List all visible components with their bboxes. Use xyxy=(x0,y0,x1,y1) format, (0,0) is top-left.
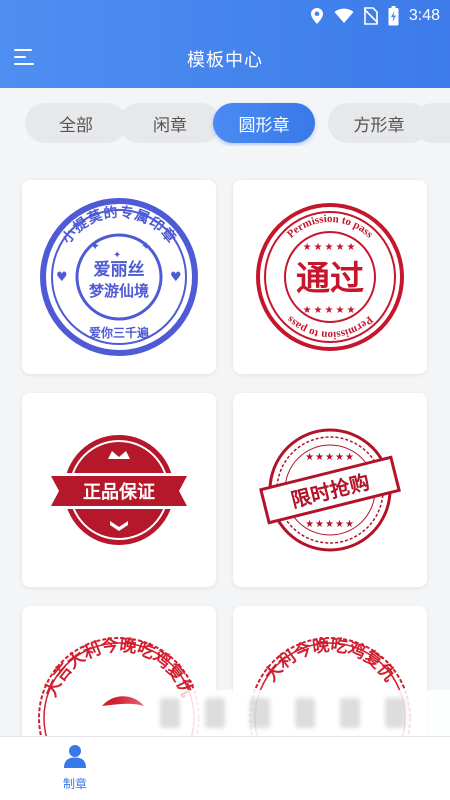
app-bar: 模板中心 xyxy=(0,36,450,80)
tab-leisure-seal[interactable]: 闲章 xyxy=(119,103,221,143)
tab-all[interactable]: 全部 xyxy=(25,103,127,143)
genuine-seal-center-text: 正品保证 xyxy=(83,481,155,503)
status-bar: 3:48 xyxy=(0,0,450,32)
genuine-seal-image: 正品保证 xyxy=(47,435,191,545)
pass-seal-image: Permission to pass Permission to pass ★★… xyxy=(256,203,404,351)
svg-text:★★★★★: ★★★★★ xyxy=(305,519,355,530)
blue-seal-line2: 梦游仙境 xyxy=(89,282,149,300)
svg-text:♥: ♥ xyxy=(56,270,68,285)
blue-seal-line1: 爱丽丝 xyxy=(94,259,145,280)
bottom-nav: 制章 xyxy=(0,736,450,800)
location-icon xyxy=(310,8,323,24)
template-card-genuine-seal[interactable]: 正品保证 xyxy=(22,393,216,587)
header: 3:48 模板中心 xyxy=(0,0,450,88)
template-card-blue-seal[interactable]: 小提莫的专属印章 ✦ ✦ ✦ 爱丽丝 梦游仙境 ♥ ♥ 爱你三千遍 xyxy=(22,180,216,374)
blue-seal-image: 小提莫的专属印章 ✦ ✦ ✦ 爱丽丝 梦游仙境 ♥ ♥ 爱你三千遍 xyxy=(40,198,198,356)
wifi-icon xyxy=(334,8,354,23)
status-time: 3:48 xyxy=(408,7,440,24)
battery-charging-icon xyxy=(388,6,399,26)
watermark-overlay xyxy=(115,690,450,738)
pass-seal-center-text: 通过 xyxy=(296,259,364,299)
pass-seal-bottom-arc-text: Permission to pass xyxy=(284,313,375,341)
tab-more[interactable] xyxy=(413,103,450,143)
category-tabs: 全部 闲章 圆形章 方形章 xyxy=(0,100,450,146)
template-card-pass-seal[interactable]: Permission to pass Permission to pass ★★… xyxy=(233,180,427,374)
svg-text:Permission to pass: Permission to pass xyxy=(284,313,375,341)
svg-text:✦: ✦ xyxy=(141,239,151,253)
no-sim-icon xyxy=(363,7,378,25)
svg-text:✦: ✦ xyxy=(90,239,100,253)
svg-text:★★★★★: ★★★★★ xyxy=(303,305,358,316)
pass-seal-arc-text: Permission to pass xyxy=(285,213,376,241)
tab-round-seal[interactable]: 圆形章 xyxy=(213,103,315,143)
page-title: 模板中心 xyxy=(187,50,263,71)
svg-text:★★★★★: ★★★★★ xyxy=(305,452,355,463)
svg-text:★★★★★: ★★★★★ xyxy=(303,242,358,253)
nav-make-seal-label: 制章 xyxy=(62,777,87,791)
svg-text:♥: ♥ xyxy=(170,270,182,285)
blue-seal-bottom-text: 爱你三千遍 xyxy=(89,325,150,340)
status-icons: 3:48 xyxy=(310,4,440,28)
app-root: 3:48 模板中心 全部 闲章 圆形章 方形章 小提莫的专属印章 ✦ ✦ ✦ 爱… xyxy=(0,0,450,800)
template-card-limited-seal[interactable]: ★★★★★ ★★★★★ 限时抢购 xyxy=(233,393,427,587)
user-icon xyxy=(64,745,86,768)
nav-make-seal[interactable]: 制章 xyxy=(40,743,110,797)
limited-seal-image: ★★★★★ ★★★★★ 限时抢购 xyxy=(259,428,401,552)
svg-text:Permission to pass: Permission to pass xyxy=(285,213,376,241)
